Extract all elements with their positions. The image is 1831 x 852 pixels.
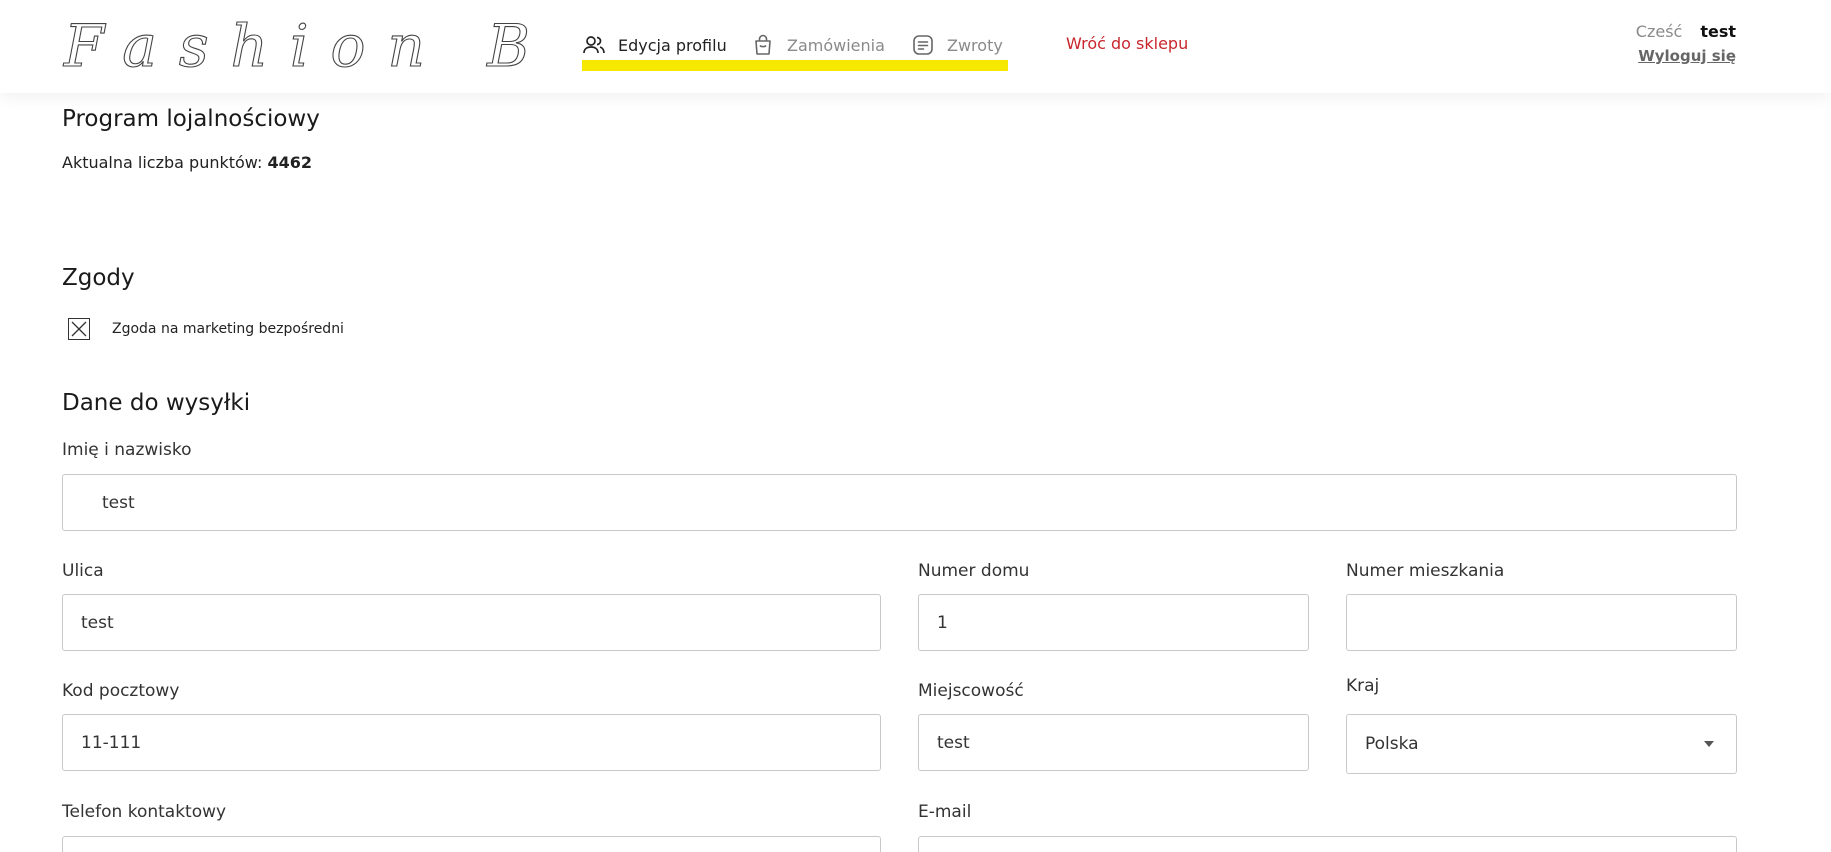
- street-label: Ulica: [62, 561, 104, 581]
- back-to-shop-link[interactable]: Wróć do sklepu: [1066, 34, 1188, 53]
- svg-text:Fashion Brand: Fashion Brand: [63, 12, 540, 80]
- nav-tab-label: Edycja profilu: [618, 35, 727, 55]
- house-number-input[interactable]: 1: [918, 594, 1309, 651]
- postal-code-label: Kod pocztowy: [62, 681, 180, 701]
- brand-logo[interactable]: Fashion Brand: [62, 4, 755, 82]
- shipping-title: Dane do wysyłki: [62, 390, 251, 416]
- loyalty-points: Aktualna liczba punktów: 4462: [62, 153, 312, 172]
- consents-title: Zgody: [62, 265, 135, 291]
- country-select[interactable]: Polska: [1346, 714, 1737, 774]
- street-input[interactable]: test: [62, 594, 881, 651]
- postal-code-value: 11-111: [81, 732, 142, 753]
- loyalty-title: Program lojalnościowy: [62, 106, 320, 132]
- phone-label: Telefon kontaktowy: [62, 802, 227, 822]
- nav-tab-label: Zwroty: [947, 35, 1003, 55]
- nav-tab-label: Zamówienia: [787, 35, 885, 55]
- city-value: test: [937, 732, 970, 753]
- country-value: Polska: [1365, 734, 1419, 754]
- house-number-label: Numer domu: [918, 561, 1030, 581]
- house-number-value: 1: [937, 612, 948, 633]
- consent-marketing-label: Zgoda na marketing bezpośredni: [112, 321, 344, 337]
- brand-logo-mark: Fashion Brand: [62, 11, 755, 80]
- apartment-number-label: Numer mieszkania: [1346, 561, 1505, 581]
- consent-marketing: Zgoda na marketing bezpośredni: [68, 318, 344, 340]
- apartment-number-input[interactable]: [1346, 594, 1737, 651]
- logout-link[interactable]: Wyloguj się: [1638, 47, 1736, 65]
- points-value: 4462: [267, 153, 313, 172]
- full-name-label: Imię i nazwisko: [62, 440, 192, 460]
- user-name: test: [1700, 22, 1736, 41]
- nav-tab-returns[interactable]: Zwroty: [911, 30, 1003, 60]
- city-input[interactable]: test: [918, 714, 1309, 771]
- city-label: Miejscowość: [918, 681, 1024, 701]
- phone-input[interactable]: [62, 836, 881, 852]
- user-greeting: Cześć test: [1636, 22, 1736, 41]
- document-lines-icon: [913, 35, 933, 55]
- full-name-value: test: [102, 492, 135, 513]
- greeting-label: Cześć: [1635, 22, 1683, 41]
- chevron-down-icon: [1704, 741, 1714, 747]
- nav-highlight-bar: [582, 60, 1008, 71]
- country-label: Kraj: [1346, 676, 1380, 696]
- postal-code-input[interactable]: 11-111: [62, 714, 881, 771]
- nav-tab-edit-profile[interactable]: Edycja profilu: [582, 30, 727, 60]
- street-value: test: [81, 612, 114, 633]
- consent-marketing-checkbox[interactable]: [68, 318, 90, 340]
- email-input[interactable]: [918, 836, 1737, 852]
- users-icon: [583, 36, 605, 54]
- checkbox-x-icon: [71, 321, 87, 337]
- top-header: Fashion Brand Edycja profilu Zamówienia …: [0, 0, 1831, 93]
- nav-tab-orders[interactable]: Zamówienia: [751, 30, 885, 60]
- email-label: E-mail: [918, 802, 972, 822]
- shopping-bag-icon: [755, 34, 771, 55]
- full-name-input[interactable]: test: [62, 474, 1737, 531]
- points-label: Aktualna liczba punktów:: [62, 153, 263, 172]
